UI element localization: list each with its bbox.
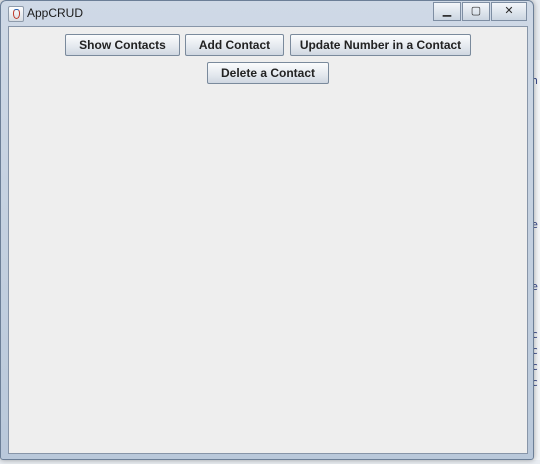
app-window: AppCRUD ▁ ▢ ✕ Show Contacts Add Contact … (0, 0, 534, 460)
delete-contact-button[interactable]: Delete a Contact (207, 62, 329, 84)
java-app-icon (8, 6, 24, 22)
show-contacts-button[interactable]: Show Contacts (65, 34, 180, 56)
maximize-icon: ▢ (470, 5, 482, 17)
title-bar[interactable]: AppCRUD ▁ ▢ ✕ (1, 1, 533, 25)
window-title: AppCRUD (27, 6, 84, 20)
close-button[interactable]: ✕ (491, 2, 527, 21)
minimize-icon: ▁ (442, 5, 452, 17)
minimize-button[interactable]: ▁ (433, 2, 461, 21)
content-panel: Show Contacts Add Contact Update Number … (8, 26, 528, 454)
update-number-button[interactable]: Update Number in a Contact (290, 34, 471, 56)
add-contact-button[interactable]: Add Contact (185, 34, 284, 56)
close-icon: ✕ (504, 5, 514, 17)
maximize-button[interactable]: ▢ (462, 2, 490, 21)
window-controls: ▁ ▢ ✕ (432, 2, 527, 21)
